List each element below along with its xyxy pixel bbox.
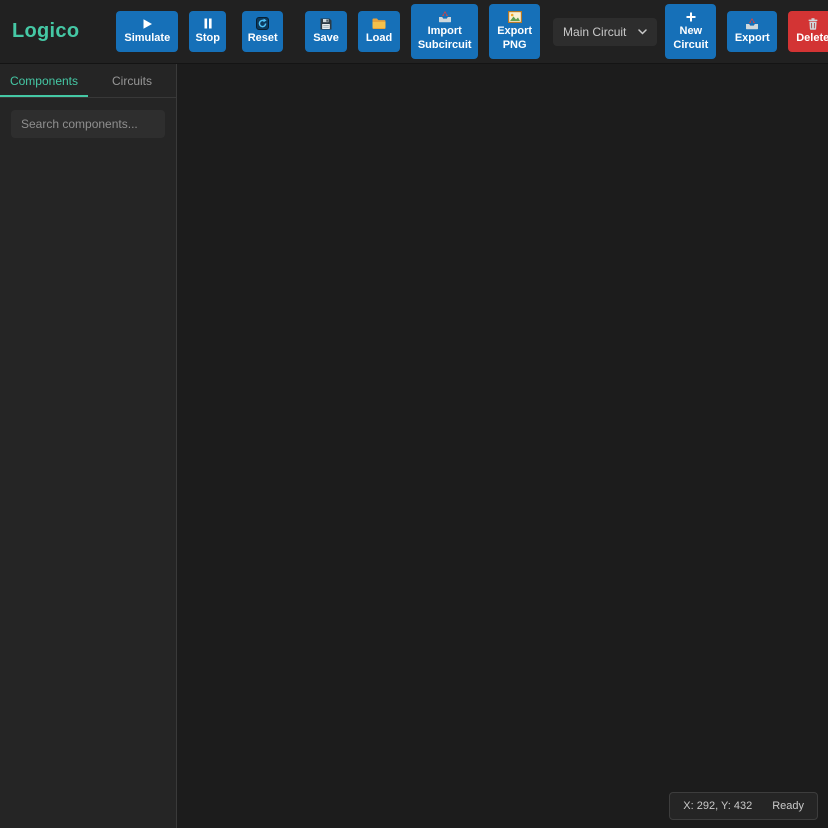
save-button-label: Save [313,32,339,46]
load-button[interactable]: Load [358,11,400,52]
tab-components-label: Components [10,74,78,88]
stop-button-label: Stop [196,32,220,46]
circuit-select-value: Main Circuit [563,25,626,39]
export-png-button[interactable]: Export PNG [489,4,540,59]
tab-components[interactable]: Components [0,64,88,97]
export-png-button-label: Export PNG [497,25,532,53]
import-subcircuit-button[interactable]: Import Subcircuit [411,4,478,59]
floppy-disk-icon [320,17,332,30]
plus-icon [686,10,696,23]
app-logo: Logico [12,20,79,43]
export-button[interactable]: Export [727,11,777,52]
upload-tray-icon [745,17,759,30]
tab-circuits-label: Circuits [112,74,152,88]
new-circuit-button[interactable]: New Circuit [665,4,716,59]
delete-button[interactable]: Delete [788,11,828,52]
tab-circuits[interactable]: Circuits [88,64,176,97]
upload-tray-icon [438,10,452,23]
toolbar: Logico Simulate Stop Reset [0,0,828,64]
stop-button[interactable]: Stop [189,11,226,52]
new-circuit-button-label: New Circuit [673,25,708,53]
reset-icon [256,17,269,30]
reset-button-label: Reset [248,32,278,46]
export-button-label: Export [735,32,770,46]
circuit-canvas[interactable]: X: 292, Y: 432 Ready [178,64,828,828]
folder-icon [372,17,386,30]
simulate-button[interactable]: Simulate [116,11,178,52]
pause-icon [203,17,213,30]
reset-button[interactable]: Reset [242,11,283,52]
load-button-label: Load [366,32,392,46]
delete-button-label: Delete [796,32,828,46]
components-sidebar: Components Circuits [0,64,177,828]
play-icon [141,17,153,30]
save-button[interactable]: Save [305,11,347,52]
trash-icon [808,17,818,30]
cursor-coordinates: X: 292, Y: 432 [683,800,752,812]
status-bar: X: 292, Y: 432 Ready [669,792,818,820]
search-components-input[interactable] [11,110,165,138]
search-container [0,98,176,150]
sidebar-tabs: Components Circuits [0,64,176,98]
simulate-button-label: Simulate [124,32,170,46]
framed-picture-icon [508,10,522,23]
circuit-select[interactable]: Main Circuit [553,18,657,46]
chevron-down-icon [638,25,647,38]
app-window: Logico Simulate Stop Reset [0,0,828,828]
status-text: Ready [772,800,804,812]
import-subcircuit-button-label: Import Subcircuit [418,25,472,53]
